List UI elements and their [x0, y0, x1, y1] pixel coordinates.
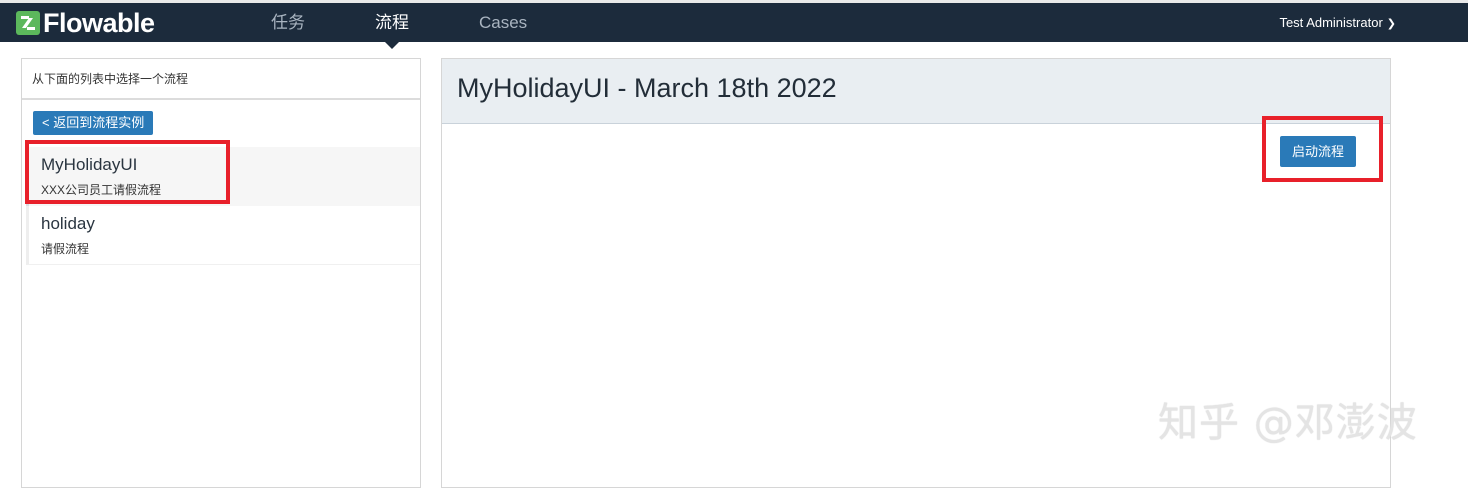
process-item-myholidayui[interactable]: MyHolidayUI XXX公司员工请假流程: [26, 147, 420, 206]
process-title: MyHolidayUI - March 18th 2022: [457, 73, 837, 103]
active-caret-icon: [385, 42, 399, 49]
process-detail-header: MyHolidayUI - March 18th 2022: [442, 59, 1390, 124]
top-navbar: Flowable 任务 流程 Cases Test Administrator ❯: [0, 0, 1468, 49]
nav-processes[interactable]: 流程: [375, 3, 409, 49]
process-list-panel: 从下面的列表中选择一个流程 < 返回到流程实例 MyHolidayUI XXX公…: [21, 58, 421, 488]
process-description: 请假流程: [41, 242, 90, 256]
nav-tasks[interactable]: 任务: [271, 3, 305, 42]
user-menu[interactable]: Test Administrator ❯: [1279, 3, 1396, 42]
nav-processes-label: 流程: [375, 13, 409, 32]
nav-tasks-label: 任务: [271, 13, 305, 32]
start-process-button[interactable]: 启动流程: [1280, 136, 1357, 167]
back-to-instances-button[interactable]: < 返回到流程实例: [33, 111, 154, 135]
chevron-down-icon: ❯: [1386, 18, 1396, 30]
process-item-holiday[interactable]: holiday 请假流程: [26, 206, 420, 265]
user-name: Test Administrator: [1279, 15, 1383, 30]
nav-cases-label: Cases: [479, 13, 528, 32]
process-name: holiday: [41, 214, 95, 233]
process-description: XXX公司员工请假流程: [41, 183, 162, 197]
flowable-logo-icon: [16, 11, 40, 35]
nav-cases[interactable]: Cases: [479, 3, 527, 42]
logo-text: Flowable: [43, 8, 155, 38]
process-list-header: 从下面的列表中选择一个流程: [22, 59, 420, 100]
process-name: MyHolidayUI: [41, 155, 138, 174]
zhihu-watermark: 知乎 @邓澎波: [1158, 400, 1418, 446]
flowable-logo[interactable]: Flowable: [16, 8, 155, 38]
